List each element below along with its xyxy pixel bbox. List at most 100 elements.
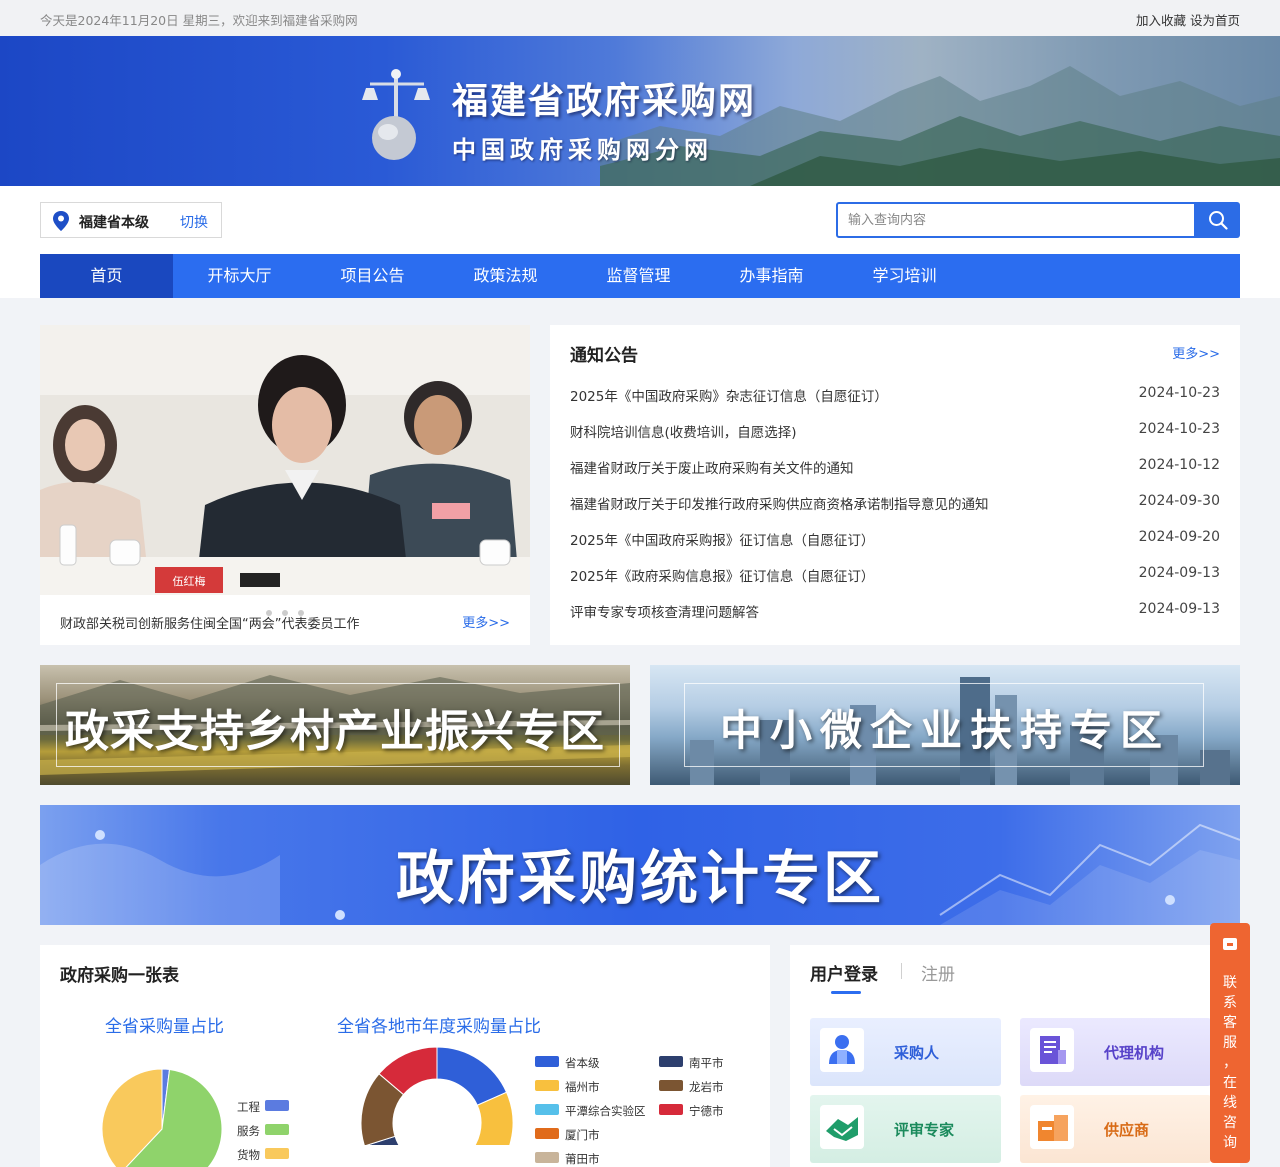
search-button[interactable] bbox=[1196, 202, 1240, 238]
meeting-photo: 伍红梅 bbox=[40, 325, 530, 595]
notice-item[interactable]: 财科院培训信息(收费培训，自愿选择) 2024-10-23 bbox=[570, 419, 1220, 455]
region-selector: 福建省本级 切换 bbox=[40, 202, 222, 238]
notice-title: 2025年《政府采购信息报》征订信息（自愿征订） bbox=[570, 569, 875, 585]
agency-icon bbox=[1030, 1028, 1074, 1072]
notice-title: 2025年《中国政府采购报》征订信息（自愿征订） bbox=[570, 533, 875, 549]
login-tab[interactable]: 用户登录 bbox=[810, 960, 878, 985]
legend-label: 厦门市 bbox=[565, 1128, 600, 1142]
legend-swatch bbox=[535, 1056, 559, 1067]
nav-home[interactable]: 首页 bbox=[40, 254, 173, 298]
news-slider: 伍红梅 财政部关税司创新服务住闽全国“两会”代表委员工作 更多>> bbox=[40, 325, 530, 645]
notice-title: 福建省财政厅关于废止政府采购有关文件的通知 bbox=[570, 461, 854, 477]
login-tab-indicator bbox=[831, 991, 861, 994]
site-subtitle: 中国政府采购网分网 bbox=[452, 136, 713, 164]
notices-more-link[interactable]: 更多>> bbox=[1172, 343, 1220, 362]
legend-label: 平潭综合实验区 bbox=[565, 1104, 646, 1118]
procurement-stats-panel: 政府采购一张表 全省采购量占比 全省各地市年度采购量占比 工程服务货物 省本级福… bbox=[40, 945, 770, 1167]
legend-label: 省本级 bbox=[565, 1056, 600, 1070]
nav-project-notices[interactable]: 项目公告 bbox=[306, 254, 439, 298]
legend-label: 龙岩市 bbox=[689, 1080, 724, 1094]
chart1-title: 全省采购量占比 bbox=[105, 1017, 224, 1037]
nav-supervision[interactable]: 监督管理 bbox=[572, 254, 705, 298]
supplier-label: 供应商 bbox=[1104, 1121, 1150, 1139]
notice-date: 2024-10-23 bbox=[1138, 421, 1220, 437]
nameplate-text: 伍红梅 bbox=[173, 574, 206, 588]
add-bookmark-link[interactable]: 加入收藏 bbox=[1136, 13, 1186, 28]
nav-guide[interactable]: 办事指南 bbox=[705, 254, 838, 298]
supplier-icon bbox=[1030, 1105, 1074, 1149]
notice-date: 2024-10-23 bbox=[1138, 385, 1220, 401]
expert-login-card[interactable]: 评审专家 bbox=[810, 1095, 1001, 1163]
top-links: 加入收藏 设为首页 bbox=[1136, 10, 1240, 29]
legend-swatch bbox=[535, 1080, 559, 1091]
notice-item[interactable]: 2025年《政府采购信息报》征订信息（自愿征订） 2024-09-13 bbox=[570, 563, 1220, 599]
legend-swatch bbox=[659, 1080, 683, 1091]
slider-caption[interactable]: 财政部关税司创新服务住闽全国“两会”代表委员工作 bbox=[60, 613, 359, 632]
notices-panel: 通知公告 更多>> 2025年《中国政府采购》杂志征订信息（自愿征订） 2024-… bbox=[550, 325, 1240, 645]
rural-revitalization-zone-banner[interactable]: 政采支持乡村产业振兴专区 bbox=[40, 665, 630, 785]
notice-item[interactable]: 福建省财政厅关于废止政府采购有关文件的通知 2024-10-12 bbox=[570, 455, 1220, 491]
region-name: 福建省本级 bbox=[79, 215, 149, 231]
legend-item[interactable]: 莆田市 bbox=[535, 1151, 600, 1167]
chat-icon bbox=[1223, 938, 1237, 950]
nav-training[interactable]: 学习培训 bbox=[838, 254, 971, 298]
notice-item[interactable]: 福建省财政厅关于印发推行政府采购供应商资格承诺制指导意见的通知 2024-09-3… bbox=[570, 491, 1220, 527]
region-switch-link[interactable]: 切换 bbox=[180, 212, 208, 232]
notices-title: 通知公告 bbox=[570, 346, 638, 366]
legend-item[interactable]: 服务 bbox=[237, 1123, 289, 1139]
notice-item[interactable]: 2025年《中国政府采购》杂志征订信息（自愿征订） 2024-10-23 bbox=[570, 383, 1220, 419]
legend-item[interactable]: 省本级 bbox=[535, 1055, 600, 1071]
legend-swatch bbox=[659, 1056, 683, 1067]
legend-swatch bbox=[265, 1148, 289, 1159]
legend-item[interactable]: 福州市 bbox=[535, 1079, 600, 1095]
agency-login-card[interactable]: 代理机构 bbox=[1020, 1018, 1211, 1086]
sme-support-zone-banner[interactable]: 中小微企业扶持专区 bbox=[650, 665, 1240, 785]
legend-item[interactable]: 货物 bbox=[237, 1147, 289, 1163]
legend-item[interactable]: 厦门市 bbox=[535, 1127, 600, 1143]
pie-slice-福州市[interactable] bbox=[465, 1091, 514, 1145]
supplier-login-card[interactable]: 供应商 bbox=[1020, 1095, 1211, 1163]
legend-item[interactable]: 宁德市 bbox=[659, 1103, 724, 1119]
set-homepage-link[interactable]: 设为首页 bbox=[1190, 13, 1240, 28]
main-nav: 首页 开标大厅 项目公告 政策法规 监督管理 办事指南 学习培训 bbox=[40, 254, 1240, 298]
legend-label: 福州市 bbox=[565, 1080, 600, 1094]
tab-separator bbox=[901, 963, 902, 979]
emblem-icon bbox=[362, 69, 430, 160]
notice-title: 评审专家专项核查清理问题解答 bbox=[570, 605, 759, 621]
site-title: 福建省政府采购网 bbox=[452, 81, 757, 122]
legend-label: 宁德市 bbox=[689, 1104, 724, 1118]
site-banner: 福建省政府采购网 中国政府采购网分网 bbox=[0, 36, 1280, 186]
stats-title: 政府采购一张表 bbox=[60, 966, 179, 986]
notice-date: 2024-09-13 bbox=[1138, 565, 1220, 581]
nav-policies[interactable]: 政策法规 bbox=[439, 254, 572, 298]
notices-list: 2025年《中国政府采购》杂志征订信息（自愿征订） 2024-10-23 财科院培… bbox=[570, 383, 1220, 635]
slider-more-link[interactable]: 更多>> bbox=[462, 612, 510, 631]
legend-swatch bbox=[265, 1124, 289, 1135]
news-photo[interactable]: 伍红梅 bbox=[40, 325, 530, 595]
legend-swatch bbox=[659, 1104, 683, 1115]
legend-item[interactable]: 南平市 bbox=[659, 1055, 724, 1071]
purchaser-icon bbox=[820, 1028, 864, 1072]
chart2-title: 全省各地市年度采购量占比 bbox=[337, 1017, 541, 1037]
legend-label: 莆田市 bbox=[565, 1152, 600, 1166]
legend-item[interactable]: 工程 bbox=[237, 1099, 289, 1115]
notice-item[interactable]: 2025年《中国政府采购报》征订信息（自愿征订） 2024-09-20 bbox=[570, 527, 1220, 563]
legend-label: 南平市 bbox=[689, 1056, 724, 1070]
purchaser-login-card[interactable]: 采购人 bbox=[810, 1018, 1001, 1086]
province-pie-chart bbox=[102, 1068, 223, 1167]
agency-label: 代理机构 bbox=[1104, 1044, 1165, 1062]
notice-date: 2024-09-20 bbox=[1138, 529, 1220, 545]
notice-item[interactable]: 评审专家专项核查清理问题解答 2024-09-13 bbox=[570, 599, 1220, 635]
online-consult-widget[interactable]: 联系客服，在线咨询 bbox=[1210, 923, 1250, 1163]
consult-text: 联系客服，在线咨询 bbox=[1223, 975, 1237, 1151]
statistics-zone-banner[interactable]: 政府采购统计专区 bbox=[40, 805, 1240, 925]
legend-item[interactable]: 龙岩市 bbox=[659, 1079, 724, 1095]
legend-item[interactable]: 平潭综合实验区 bbox=[535, 1103, 646, 1119]
purchaser-label: 采购人 bbox=[894, 1044, 940, 1062]
nav-bid-hall[interactable]: 开标大厅 bbox=[173, 254, 306, 298]
search-icon bbox=[1209, 211, 1228, 230]
register-tab[interactable]: 注册 bbox=[921, 960, 955, 985]
search-input[interactable] bbox=[836, 202, 1196, 238]
legend-label: 货物 bbox=[237, 1148, 260, 1162]
notice-date: 2024-09-30 bbox=[1138, 493, 1220, 509]
